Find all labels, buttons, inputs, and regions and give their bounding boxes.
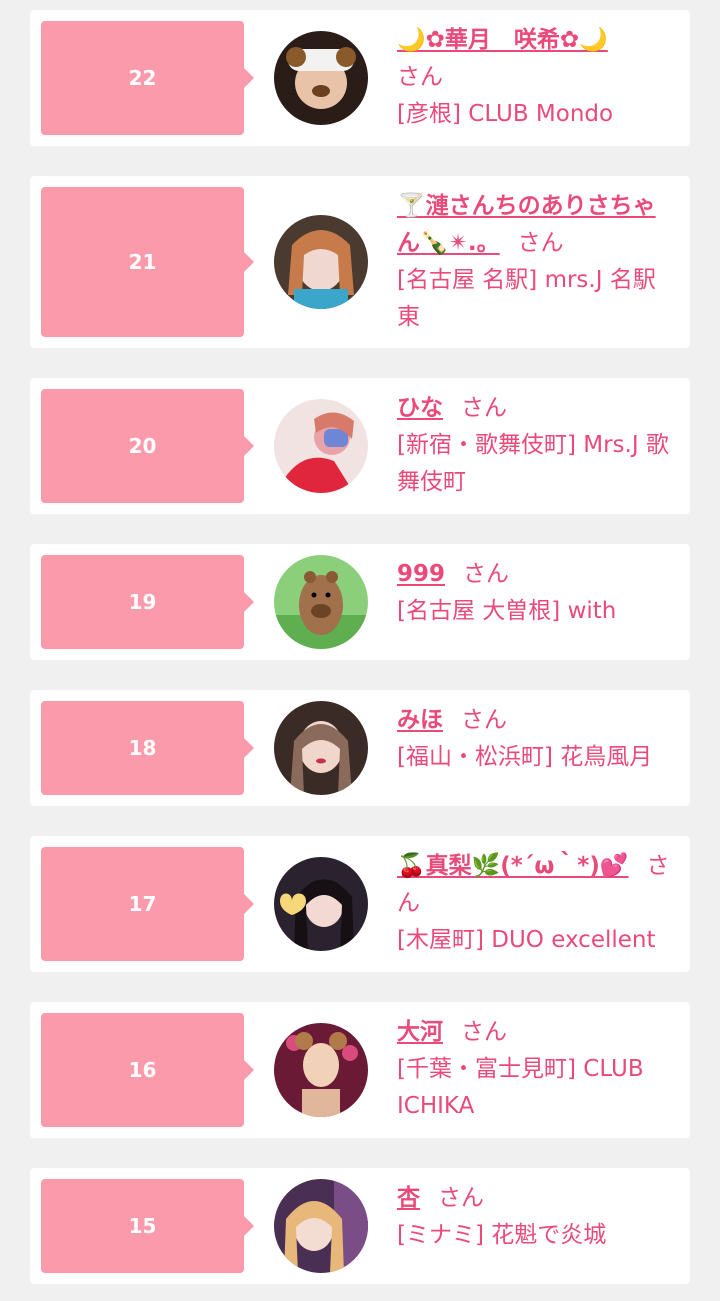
honorific: さん xyxy=(438,1185,484,1211)
avatar[interactable] xyxy=(274,857,368,951)
ranking-card: 17 🍒真梨🌿(*´ω｀*)💕 さん [木屋町] DUO excellent xyxy=(30,836,690,972)
rank-badge: 19 xyxy=(41,555,254,649)
shop-text: [千葉・富士見町] CLUB ICHIKA xyxy=(397,1056,644,1119)
honorific: さん xyxy=(461,395,507,421)
shop-text: [彦根] CLUB Mondo xyxy=(397,101,614,127)
name-link[interactable]: 999 xyxy=(397,561,445,587)
shop-text: [福山・松浜町] 花鳥風月 xyxy=(397,744,653,770)
avatar[interactable] xyxy=(274,1023,368,1117)
avatar[interactable] xyxy=(274,1179,368,1273)
shop-text: [名古屋 大曽根] with xyxy=(397,598,617,624)
name-link[interactable]: みほ xyxy=(397,707,443,733)
shop-text: [木屋町] DUO excellent xyxy=(397,927,656,953)
rank-badge: 15 xyxy=(41,1179,254,1273)
ranking-card: 19 999 さん [名古屋 大曽根] with xyxy=(30,544,690,660)
rank-badge: 18 xyxy=(41,701,254,795)
honorific: さん xyxy=(397,64,443,90)
info: 大河 さん [千葉・富士見町] CLUB ICHIKA xyxy=(397,1014,676,1125)
name-link[interactable]: 🌙✿華月 咲希✿🌙 xyxy=(397,27,608,53)
shop-text: [新宿・歌舞伎町] Mrs.J 歌舞伎町 xyxy=(397,432,669,495)
info: 杏さん [ミナミ] 花魁で炎城 xyxy=(397,1180,676,1254)
rank-badge: 21 xyxy=(41,187,254,337)
shop-text: [ミナミ] 花魁で炎城 xyxy=(397,1222,607,1248)
info: ひな さん [新宿・歌舞伎町] Mrs.J 歌舞伎町 xyxy=(397,390,676,501)
avatar[interactable] xyxy=(274,215,368,309)
info: 🍸漣さんちのありさちゃん🍾✴︎.。 さん [名古屋 名駅] mrs.J 名駅東 xyxy=(397,188,676,336)
rank-badge: 16 xyxy=(41,1013,254,1127)
rank-badge: 20 xyxy=(41,389,254,503)
avatar[interactable] xyxy=(274,701,368,795)
ranking-card: 16 大河 さん [千葉・富士見町] CLUB ICHIKA xyxy=(30,1002,690,1138)
ranking-card: 15 杏さん [ミナミ] 花魁で炎城 xyxy=(30,1168,690,1284)
name-link[interactable]: 🍒真梨🌿(*´ω｀*)💕 xyxy=(397,853,628,879)
name-link[interactable]: ひな xyxy=(397,395,443,421)
rank-badge: 17 xyxy=(41,847,254,961)
ranking-list: 22 🌙✿華月 咲希✿🌙 さん [彦根] CLUB Mondo 21 🍸漣さんち… xyxy=(0,0,720,1301)
ranking-card: 22 🌙✿華月 咲希✿🌙 さん [彦根] CLUB Mondo xyxy=(30,10,690,146)
info: 🌙✿華月 咲希✿🌙 さん [彦根] CLUB Mondo xyxy=(397,22,676,133)
honorific: さん xyxy=(463,561,510,587)
ranking-card: 21 🍸漣さんちのありさちゃん🍾✴︎.。 さん [名古屋 名駅] mrs.J 名駅… xyxy=(30,176,690,348)
honorific: さん xyxy=(461,707,507,733)
name-link[interactable]: 杏 xyxy=(397,1185,420,1211)
info: 999 さん [名古屋 大曽根] with xyxy=(397,556,676,630)
info: みほ さん [福山・松浜町] 花鳥風月 xyxy=(397,702,676,776)
ranking-card: 18 みほ さん [福山・松浜町] 花鳥風月 xyxy=(30,690,690,806)
shop-text: [名古屋 名駅] mrs.J 名駅東 xyxy=(397,267,656,330)
avatar[interactable] xyxy=(274,555,368,649)
rank-badge: 22 xyxy=(41,21,254,135)
honorific: さん xyxy=(461,1019,507,1045)
name-link[interactable]: 大河 xyxy=(397,1019,443,1045)
ranking-card: 20 ひな さん [新宿・歌舞伎町] Mrs.J 歌舞伎町 xyxy=(30,378,690,514)
honorific: さん xyxy=(517,230,564,256)
info: 🍒真梨🌿(*´ω｀*)💕 さん [木屋町] DUO excellent xyxy=(397,848,676,959)
avatar[interactable] xyxy=(274,399,368,493)
avatar[interactable] xyxy=(274,31,368,125)
